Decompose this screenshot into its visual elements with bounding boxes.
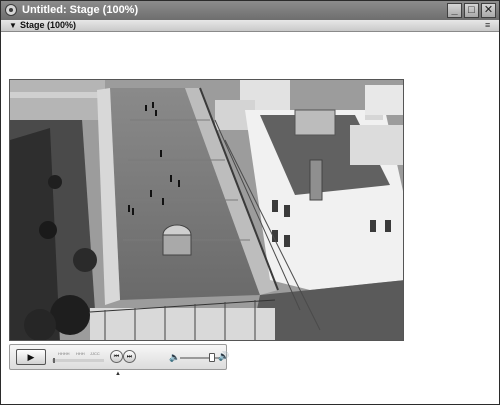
volume-high-icon[interactable]: 🔊: [218, 351, 229, 362]
window-titlebar[interactable]: Untitled: Stage (100%) _ □ ✕: [1, 1, 499, 20]
volume-low-icon[interactable]: 🔈: [169, 352, 180, 363]
collapse-triangle-icon[interactable]: ▼: [9, 21, 17, 30]
timeline-track[interactable]: [52, 359, 104, 362]
time-tick-label: HHH: [76, 351, 85, 356]
play-icon: ▶: [27, 351, 35, 362]
rewind-icon: ⏮: [113, 353, 120, 360]
panel-title: Stage (100%): [20, 20, 77, 30]
media-controller: ▶ HHHH HHH JJCC ⏮ ⏭ 🔈 🔊: [9, 344, 229, 370]
seek-back-button[interactable]: ⏮: [110, 350, 123, 363]
app-icon[interactable]: [5, 4, 17, 16]
window-title: Untitled: Stage (100%): [22, 4, 139, 16]
stage-area: ▶ HHHH HHH JJCC ⏮ ⏭ 🔈 🔊 ▲: [1, 32, 499, 404]
play-button[interactable]: ▶: [16, 349, 46, 365]
volume-slider-knob[interactable]: [209, 353, 215, 362]
minimize-button[interactable]: _: [447, 3, 462, 18]
time-tick-label: HHHH: [58, 351, 70, 356]
fast-forward-icon: ⏭: [126, 353, 133, 360]
stage-panel-header[interactable]: ▼ Stage (100%) ≡: [1, 20, 499, 32]
timecode-display[interactable]: HHHH HHH JJCC: [52, 349, 104, 365]
time-tick-label: JJCC: [90, 351, 100, 356]
video-frame[interactable]: [9, 79, 404, 341]
playhead-marker[interactable]: [53, 358, 55, 363]
stage-window: Untitled: Stage (100%) _ □ ✕ ▼ Stage (10…: [0, 0, 500, 405]
seek-forward-button[interactable]: ⏭: [123, 350, 136, 363]
maximize-button[interactable]: □: [464, 3, 479, 18]
controller-collapse-icon[interactable]: ▲: [115, 371, 121, 377]
close-button[interactable]: ✕: [481, 3, 496, 18]
rooftop-scene-image: [10, 80, 403, 340]
panel-options-icon[interactable]: ≡: [485, 20, 490, 30]
